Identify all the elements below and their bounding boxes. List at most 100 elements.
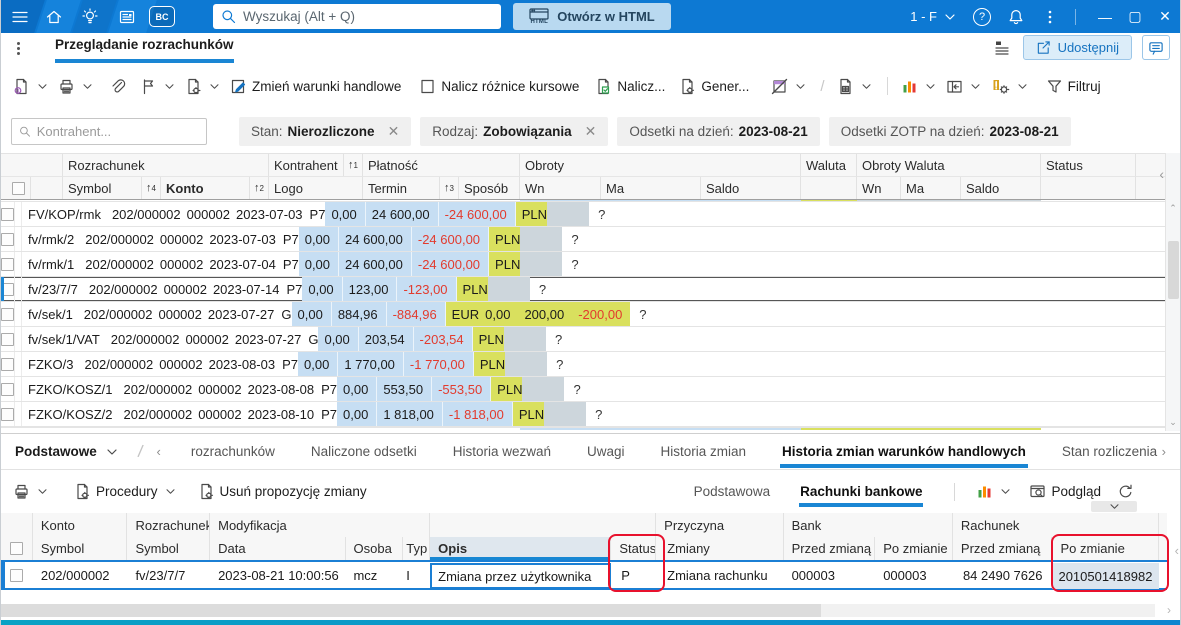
view-tab[interactable]: Rachunki bankowe <box>799 476 924 507</box>
filter-chip[interactable]: Odsetki na dzień: 2023-08-21 <box>617 116 820 146</box>
filter-button[interactable]: Filtruj <box>1042 73 1105 100</box>
column-header-waluta-ma[interactable]: Ma <box>901 177 961 199</box>
group-header-modyfikacja[interactable]: Modyfikacja <box>210 513 431 537</box>
procedury-button[interactable]: Procedury <box>70 478 182 505</box>
group-header-kontrahent[interactable]: Kontrahent ↑ 1 <box>269 154 363 177</box>
select-all-checkbox[interactable] <box>1 177 31 199</box>
column-header-osoba[interactable]: Osoba <box>346 537 404 560</box>
history-select-all-checkbox[interactable] <box>1 537 33 560</box>
scrollbar-thumb[interactable] <box>1168 241 1179 299</box>
profile-label[interactable]: 1 - F <box>910 9 937 24</box>
group-header-obroty[interactable]: Obroty <box>520 154 801 177</box>
bottom-tab[interactable]: rozrachunków <box>189 435 277 468</box>
lightbulb-icon[interactable] <box>81 8 99 26</box>
more-options-kebab-icon[interactable] <box>1041 8 1059 26</box>
tab-group-selector[interactable]: Podstawowe <box>15 444 120 459</box>
column-header-logo[interactable]: Logo <box>269 177 363 199</box>
group-header-waluta[interactable]: Waluta <box>801 154 857 177</box>
scroll-right-icon[interactable]: › <box>1159 604 1179 617</box>
bottom-tab[interactable]: Stan rozliczenia <box>1060 435 1159 468</box>
table-row[interactable]: fv/sek/1/VAT 202/000002 000002 2023-07-27 G 0… <box>1 327 1167 352</box>
group-header-platnosc[interactable]: Płatność <box>363 154 520 177</box>
bottom-tab[interactable]: Historia wezwań <box>451 435 553 468</box>
maximize-button[interactable]: ▢ <box>1120 0 1150 33</box>
expander-chevron-button[interactable] <box>1091 501 1137 512</box>
table-row[interactable]: fv/sek/1 202/000002 000002 2023-07-27 G 0,00 8… <box>1 302 1167 327</box>
column-header-status[interactable]: Status <box>611 537 657 560</box>
horizontal-scrollbar[interactable] <box>1 604 1155 617</box>
row-checkbox[interactable] <box>1 407 14 421</box>
history-chart-button[interactable] <box>972 478 1017 505</box>
group-header-bank[interactable]: Bank <box>784 513 953 537</box>
row-checkbox[interactable] <box>1 307 14 321</box>
column-header-typ[interactable]: Typ <box>403 537 431 560</box>
column-header-konto[interactable]: Konto ↑ 2 <box>161 177 269 199</box>
list-details-icon[interactable] <box>993 38 1013 58</box>
column-header-opis[interactable]: Opis <box>430 537 612 560</box>
group-header-przyczyna[interactable]: Przyczyna <box>656 513 784 537</box>
column-header-data[interactable]: Data <box>210 537 346 560</box>
table-row[interactable]: FZKO/3 202/000002 000002 2023-08-03 P7 0,00 1 … <box>1 352 1167 377</box>
usun-propozycje-button[interactable]: Usuń propozycję zmiany <box>194 478 371 505</box>
view-tab[interactable]: Podstawowa <box>693 476 772 507</box>
row-checkbox[interactable] <box>1 332 14 346</box>
news-icon[interactable] <box>118 8 136 26</box>
hamburger-menu-icon[interactable] <box>11 8 29 26</box>
nalicz-roznice-kursowe-button[interactable]: Nalicz różnice kursowe <box>415 73 583 100</box>
note-disable-button[interactable] <box>767 73 812 100</box>
tabs-scroll-left-icon[interactable]: ‹ <box>157 444 161 459</box>
filter-chip[interactable]: Odsetki ZOTP na dzień: 2023-08-21 <box>828 116 1071 146</box>
row-checkbox[interactable] <box>1 357 14 371</box>
open-in-html-button[interactable]: HTML Otwórz w HTML <box>513 3 671 30</box>
column-header-rachunek-przed[interactable]: Przed zmianą <box>953 537 1053 560</box>
profile-chevron-down-icon[interactable] <box>945 13 955 21</box>
tab-options-kebab-icon[interactable] <box>17 40 20 57</box>
table-row[interactable]: fv/rmk/1 202/000002 000002 2023-07-04 P7 0,00… <box>1 252 1167 277</box>
row-checkbox[interactable] <box>1 207 14 221</box>
row-checkbox[interactable] <box>1 282 14 296</box>
scroll-up-icon[interactable]: ⌃ <box>1166 201 1180 215</box>
chart-view-button[interactable] <box>897 73 942 100</box>
generuj-button[interactable]: Gener... <box>675 73 753 100</box>
group-header-obroty-waluta[interactable]: Obroty Waluta <box>857 154 1041 177</box>
group-header-rachunek[interactable]: Rachunek <box>953 513 1159 537</box>
table-row[interactable]: fv/23/7/7 202/000002 000002 2023-07-14 P7 0,0… <box>1 277 1167 302</box>
group-header-status[interactable]: Status <box>1041 154 1136 177</box>
dock-panel-button[interactable] <box>942 73 987 100</box>
group-header-rozrachunek[interactable]: Rozrachunek <box>63 154 269 177</box>
minimize-button[interactable]: — <box>1090 0 1120 33</box>
row-checkbox[interactable] <box>1 560 33 590</box>
global-search-input[interactable] <box>243 9 493 24</box>
column-header-symbol[interactable]: Symbol ↑ 4 <box>63 177 161 199</box>
comments-button[interactable] <box>1142 35 1170 60</box>
column-header-rachunek-po[interactable]: Po zmianie <box>1052 537 1160 560</box>
zmien-warunki-handlowe-button[interactable]: Zmień warunki handlowe <box>226 73 405 100</box>
row-checkbox[interactable] <box>1 257 14 271</box>
new-document-button[interactable] <box>9 73 54 100</box>
global-search[interactable] <box>213 4 501 29</box>
flag-button[interactable] <box>136 73 181 100</box>
column-header-bank-przed[interactable]: Przed zmianą <box>784 537 876 560</box>
bottom-tab[interactable]: Uwagi <box>585 435 627 468</box>
table-row[interactable]: FV/KOP/rmk 202/000002 000002 2023-07-03 P7 0,… <box>1 202 1167 227</box>
home-icon[interactable] <box>45 8 63 26</box>
tab-przegladanie-rozrachunkow[interactable]: Przeglądanie rozrachunków <box>55 37 234 63</box>
column-header-wn[interactable]: Wn <box>520 177 601 199</box>
vertical-scrollbar[interactable]: ⌃ ⌄ <box>1165 153 1180 431</box>
help-icon[interactable]: ? <box>973 7 991 26</box>
print-button[interactable] <box>54 73 99 100</box>
group-header-konto[interactable]: Konto <box>33 513 128 537</box>
group-header-rozrachunek[interactable]: Rozrachunek <box>127 513 211 537</box>
history-print-button[interactable] <box>9 478 54 505</box>
filter-chip[interactable]: Stan: Nierozliczone ✕ <box>239 116 412 146</box>
table-row[interactable]: FZKO/KOSZ/2 202/000002 000002 2023-08-10 P7 0… <box>1 402 1167 427</box>
column-header-waluta-saldo[interactable]: Saldo <box>961 177 1041 199</box>
kontrahent-filter-input[interactable] <box>36 123 199 139</box>
close-button[interactable]: ✕ <box>1150 0 1180 33</box>
column-header-termin[interactable]: Termin ↑ 3 <box>363 177 459 199</box>
collapse-panel-icon[interactable]: ‹ <box>1159 166 1164 182</box>
bottom-tab[interactable]: Historia zmian warunków handlowych <box>780 435 1028 468</box>
nalicz-button[interactable]: Nalicz... <box>591 73 669 100</box>
column-header-waluta-wn[interactable]: Wn <box>857 177 901 199</box>
row-checkbox[interactable] <box>1 382 14 396</box>
